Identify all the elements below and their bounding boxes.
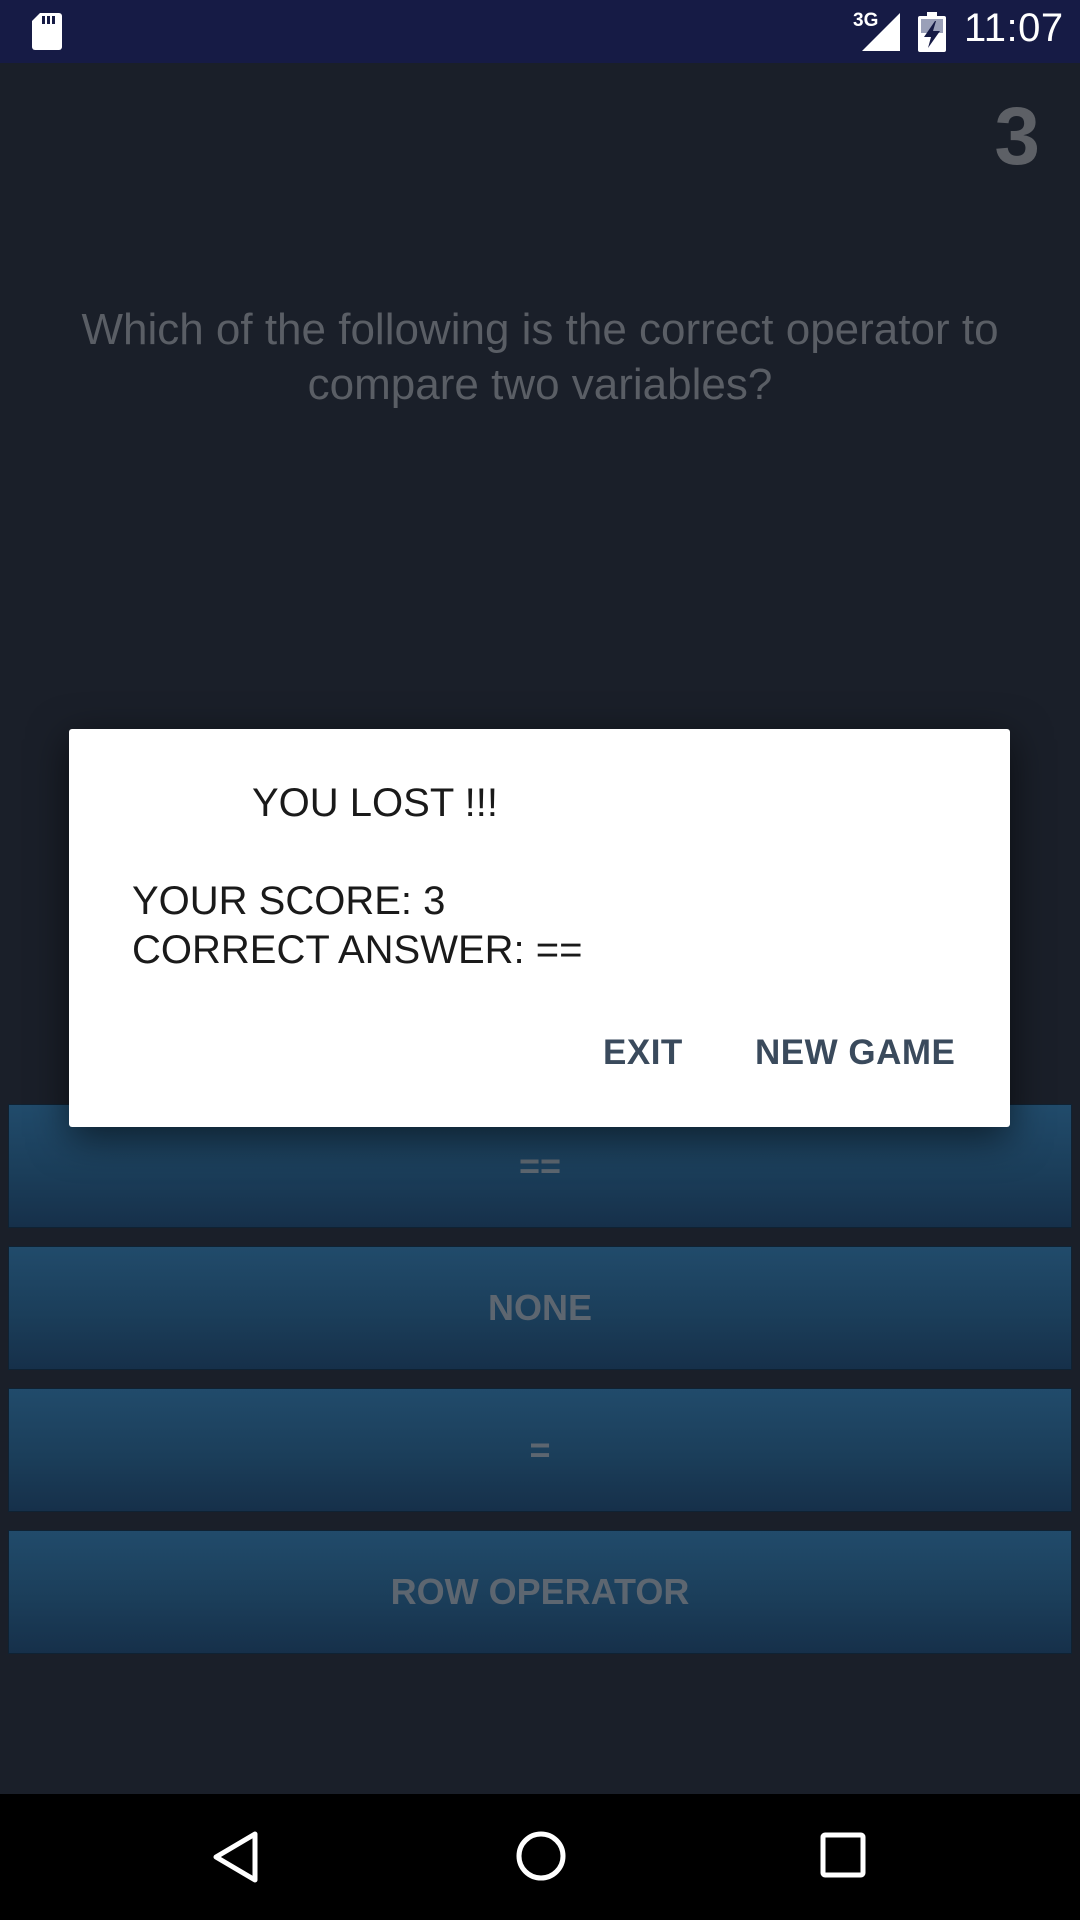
- dialog-correct-answer-text: CORRECT ANSWER: ==: [132, 928, 583, 972]
- status-bar: 3G 11:07: [0, 0, 1080, 63]
- exit-button[interactable]: EXIT: [603, 1033, 683, 1073]
- back-icon[interactable]: [211, 1830, 259, 1884]
- sd-card-icon: [32, 13, 62, 50]
- navigation-bar: [0, 1794, 1080, 1920]
- home-icon[interactable]: [515, 1830, 567, 1882]
- status-clock: 11:07: [964, 6, 1064, 50]
- new-game-button[interactable]: NEW GAME: [755, 1033, 955, 1073]
- signal-icon: [862, 13, 900, 51]
- dialog-title: YOU LOST !!!: [252, 781, 498, 825]
- game-screen: 3G 11:07 3 Which of the following is the…: [0, 0, 1080, 1920]
- game-over-dialog: YOU LOST !!! YOUR SCORE: 3 CORRECT ANSWE…: [69, 729, 1010, 1127]
- recents-icon[interactable]: [820, 1832, 866, 1878]
- dialog-score-text: YOUR SCORE: 3: [132, 879, 446, 923]
- battery-charging-icon: [918, 12, 946, 52]
